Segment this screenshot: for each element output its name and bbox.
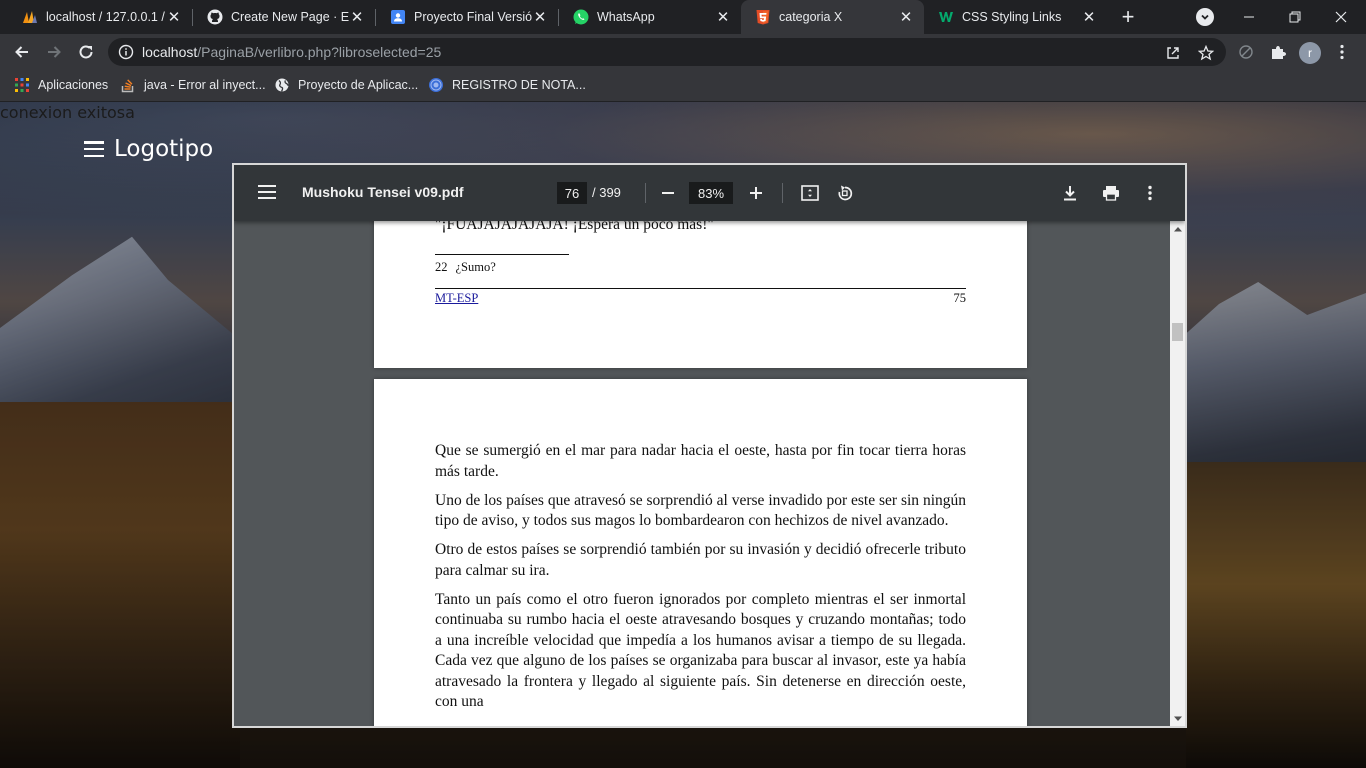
whatsapp-icon (573, 9, 589, 25)
bookmark-proyecto-aplicacion[interactable]: Proyecto de Aplicac... (274, 70, 418, 100)
rotate-icon[interactable] (835, 183, 855, 203)
tab-proyecto[interactable]: Proyecto Final Versión ✕ (376, 0, 558, 34)
tab-github[interactable]: Create New Page · Ele ✕ (193, 0, 375, 34)
paragraph: Que se sumergió en el mar para nadar hac… (435, 442, 966, 480)
site-header: Logotipo (84, 136, 213, 162)
chrome-menu-icon[interactable] (1332, 42, 1352, 62)
bookmark-registro-notas[interactable]: REGISTRO DE NOTA... (428, 70, 586, 100)
page-total: / 399 (592, 185, 621, 200)
footnote-rule (435, 254, 569, 255)
info-icon[interactable] (118, 44, 134, 60)
bookmark-label: java - Error al inyect... (144, 78, 266, 92)
paragraph: Tanto un país como el otro fueron ignora… (435, 590, 966, 711)
html5-icon (755, 9, 771, 25)
tab-search-icon[interactable] (1196, 8, 1214, 26)
toolbar-divider (782, 183, 783, 203)
paragraph: Otro de estos países se sorprendió tambi… (435, 541, 966, 579)
pdf-document-area[interactable]: "¡FUAJAJAJAJAJA! ¡Espera un poco más!" 2… (234, 221, 1170, 726)
tab-label: categoria X (779, 10, 843, 24)
bookmarks-bar: Aplicaciones java - Error al inyect... P… (0, 70, 1366, 102)
logo-text[interactable]: Logotipo (114, 136, 213, 162)
stackoverflow-icon (120, 77, 136, 93)
pdf-viewer: Mushoku Tensei v09.pdf 76 / 399 83% "¡FU… (232, 163, 1187, 728)
zoom-level-input[interactable]: 83% (689, 182, 733, 204)
toolbar-divider (645, 183, 646, 203)
page-body-text: Que se sumergió en el mar para nadar hac… (435, 441, 966, 721)
tab-css-styling[interactable]: CSS Styling Links ✕ (924, 0, 1107, 34)
download-icon[interactable] (1060, 183, 1080, 203)
tab-strip: localhost / 127.0.0.1 / l ✕ Create New P… (0, 0, 1366, 34)
globe-icon (274, 77, 290, 93)
tab-phpmyadmin[interactable]: localhost / 127.0.0.1 / l ✕ (8, 0, 192, 34)
tab-label: Proyecto Final Versión (414, 10, 532, 24)
scrollbar-thumb[interactable] (1172, 323, 1183, 341)
paragraph: Uno de los países que atravesó se sorpre… (435, 491, 966, 530)
bookmark-star-icon[interactable] (1197, 44, 1215, 62)
pdf-page-previous: "¡FUAJAJAJAJAJA! ¡Espera un poco más!" 2… (374, 221, 1027, 368)
close-tab-icon[interactable]: ✕ (715, 9, 731, 26)
bookmark-label: REGISTRO DE NOTA... (452, 78, 586, 92)
reload-button[interactable] (72, 38, 100, 66)
connection-status: conexion exitosa (0, 103, 135, 122)
pdf-sidebar-menu-icon[interactable] (258, 185, 276, 199)
share-icon[interactable] (1164, 44, 1182, 62)
pdf-title: Mushoku Tensei v09.pdf (302, 184, 464, 200)
tab-label: Create New Page · Ele (231, 10, 349, 24)
close-tab-icon[interactable]: ✕ (349, 9, 365, 26)
new-tab-button[interactable]: + (1116, 4, 1140, 29)
github-icon (207, 9, 223, 25)
profile-avatar[interactable]: r (1299, 42, 1321, 64)
page-footer-rule (435, 288, 966, 289)
page-number-input[interactable]: 76 (557, 182, 587, 204)
close-tab-icon[interactable]: ✕ (1081, 9, 1097, 26)
tab-label: localhost / 127.0.0.1 / l (46, 10, 166, 24)
tab-categoria-x[interactable]: categoria X ✕ (741, 0, 924, 34)
phpmyadmin-icon (22, 9, 38, 25)
scroll-down-arrow-icon[interactable] (1170, 711, 1185, 726)
slides-icon (390, 9, 406, 25)
footer-link[interactable]: MT-ESP (435, 291, 478, 306)
url-text: localhost/PaginaB/verlibro.php?librosele… (142, 44, 442, 60)
bookmark-java-error[interactable]: java - Error al inyect... (120, 70, 266, 100)
dialogue-line: "¡FUAJAJAJAJAJA! ¡Espera un poco más!" (435, 221, 714, 233)
scroll-up-arrow-icon[interactable] (1170, 221, 1185, 236)
restore-button[interactable] (1272, 0, 1318, 34)
zoom-out-icon[interactable] (658, 183, 678, 203)
pdf-toolbar: Mushoku Tensei v09.pdf 76 / 399 83% (234, 165, 1185, 221)
bookmark-label: Proyecto de Aplicac... (298, 78, 419, 92)
close-tab-icon[interactable]: ✕ (898, 9, 914, 26)
address-bar[interactable]: localhost/PaginaB/verlibro.php?librosele… (108, 38, 1226, 66)
tab-label: WhatsApp (597, 10, 655, 24)
print-icon[interactable] (1100, 183, 1122, 203)
pdf-page-current: Que se sumergió en el mar para nadar hac… (374, 379, 1027, 726)
minimize-button[interactable] (1226, 0, 1272, 34)
more-actions-icon[interactable] (1140, 183, 1160, 203)
tab-whatsapp[interactable]: WhatsApp ✕ (559, 0, 741, 34)
bookmark-label: Aplicaciones (38, 78, 109, 92)
pdf-scrollbar[interactable] (1170, 221, 1185, 726)
browser-toolbar: localhost/PaginaB/verlibro.php?librosele… (0, 34, 1366, 70)
close-window-button[interactable] (1318, 0, 1364, 34)
zoom-in-icon[interactable] (746, 183, 766, 203)
footnote: 22 ¿Sumo? (435, 260, 496, 274)
extensions-puzzle-icon[interactable] (1268, 42, 1288, 62)
bookmark-aplicaciones[interactable]: Aplicaciones (14, 70, 108, 100)
page-number-footer: 75 (953, 291, 967, 305)
apps-grid-icon (14, 77, 30, 93)
tab-label: CSS Styling Links (962, 10, 1062, 24)
fit-to-page-icon[interactable] (800, 183, 820, 203)
close-tab-icon[interactable]: ✕ (166, 9, 182, 26)
hamburger-menu-icon[interactable] (84, 139, 104, 159)
forward-button[interactable] (40, 38, 68, 66)
close-tab-icon[interactable]: ✕ (532, 9, 548, 26)
extension-sync-icon[interactable] (1236, 42, 1256, 62)
w3schools-icon (938, 9, 954, 25)
registro-icon (428, 77, 444, 93)
back-button[interactable] (8, 38, 36, 66)
